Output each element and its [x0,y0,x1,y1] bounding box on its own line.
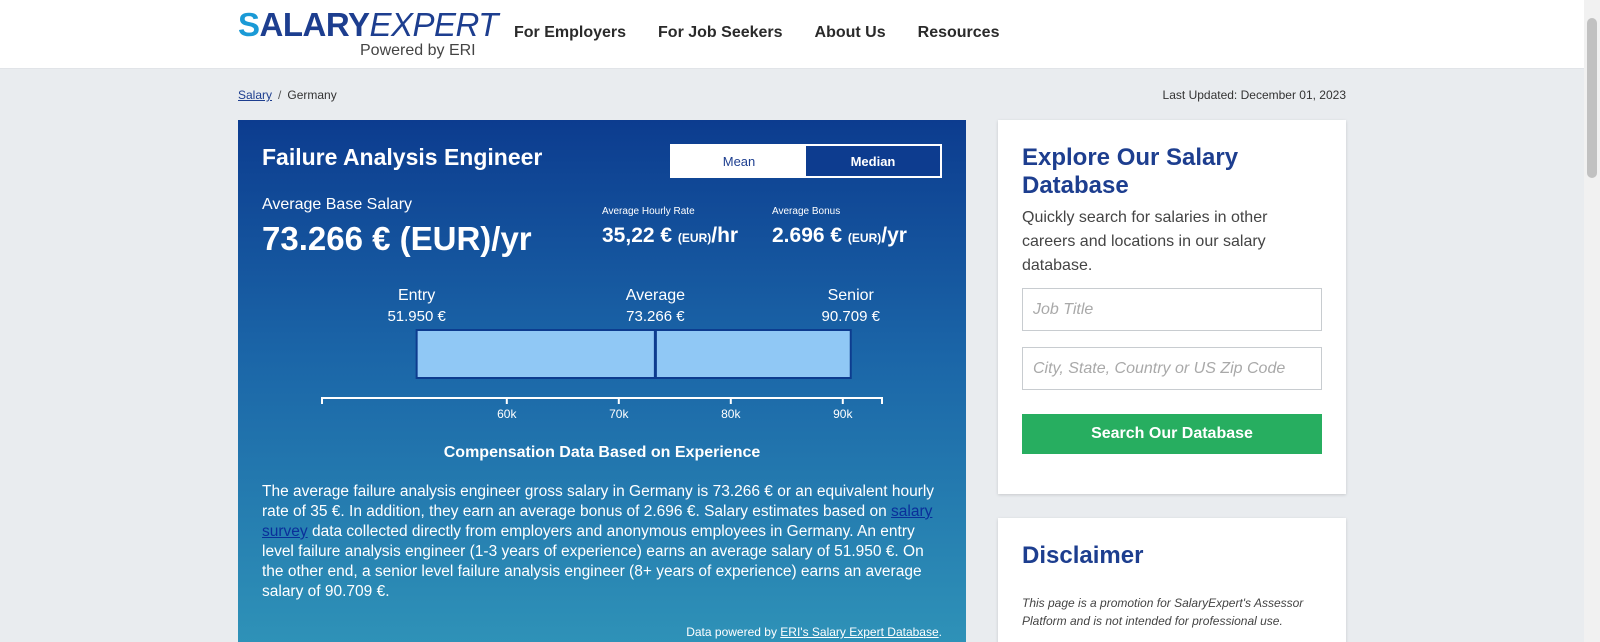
powered-prefix: Data powered by [686,625,781,639]
average-base-salary-label: Average Base Salary [262,196,413,213]
x-tick-label-90k: 90k [833,407,853,421]
logo-s: S [238,6,260,43]
disclaimer-card: Disclaimer This page is a promotion for … [998,518,1346,642]
last-updated: Last Updated: December 01, 2023 [1162,88,1346,102]
salary-range-bar [415,329,852,379]
x-tick-label-80k: 80k [721,407,741,421]
logo-tagline: Powered by ERI [360,42,476,59]
salary-description: The average failure analysis engineer gr… [262,482,944,602]
bonus-unit: /yr [881,224,907,247]
salary-card: Failure Analysis Engineer Mean Median Av… [238,120,966,642]
x-tick-label-60k: 60k [497,407,517,421]
disclaimer-text: This page is a promotion for SalaryExper… [1022,596,1304,628]
nav-for-job-seekers[interactable]: For Job Seekers [658,24,783,42]
breadcrumb-current: Germany [287,88,337,102]
description-text-1: The average failure analysis engineer gr… [262,483,935,520]
hourly-rate-label: Average Hourly Rate [602,206,695,217]
bonus-currency: (EUR) [847,231,882,245]
average-bonus-label: Average Bonus [772,206,841,217]
hourly-rate-amount: 35,22 € [602,224,673,247]
hourly-rate-unit: /hr [711,224,739,247]
job-title: Failure Analysis Engineer [262,144,543,170]
marker-average-name: Average [626,288,685,304]
marker-senior-value: 90.709 € [822,308,881,325]
x-tick-label-70k: 70k [609,407,629,421]
powered-suffix: . [938,625,942,639]
median-toggle-button[interactable]: Median [806,146,940,176]
eri-database-link[interactable]: ERI's Salary Expert Database [780,625,938,639]
breadcrumb-salary-link[interactable]: Salary [238,88,272,102]
hourly-rate-value: 35,22 € (EUR)/hr [602,224,738,248]
logo-expert: EXPERT [369,6,498,43]
breadcrumb-separator: / [278,88,282,102]
nav-resources[interactable]: Resources [918,24,1000,42]
data-powered-by: Data powered by ERI's Salary Expert Data… [686,625,942,639]
page-scrollbar[interactable] [1584,0,1600,642]
job-title-input[interactable] [1022,288,1322,331]
marker-entry-name: Entry [398,288,435,304]
breadcrumb: Salary / Germany [238,88,337,102]
main-nav: For Employers For Job Seekers About Us R… [514,24,999,42]
marker-senior-name: Senior [828,288,875,304]
salaryexpert-logo[interactable]: SALARYEXPERT Powered by ERI [238,6,498,64]
location-input[interactable] [1022,347,1322,390]
explore-description: Quickly search for salaries in other car… [1022,209,1268,274]
nav-for-employers[interactable]: For Employers [514,24,626,42]
mean-median-toggle: Mean Median [670,144,942,178]
average-marker-line [653,330,657,378]
bonus-amount: 2.696 € [772,224,843,247]
nav-about-us[interactable]: About Us [815,24,886,42]
mean-toggle-button[interactable]: Mean [672,146,806,176]
chart-caption: Compensation Data Based on Experience [443,444,761,461]
average-base-salary-value: 73.266 € (EUR)/yr [262,220,532,257]
scrollbar-thumb[interactable] [1587,18,1597,178]
description-text-2: data collected directly from employers a… [262,523,924,600]
marker-entry-value: 51.950 € [387,308,446,325]
explore-database-card: Explore Our Salary Database Quickly sear… [998,120,1346,494]
search-database-button[interactable]: Search Our Database [1022,414,1322,454]
marker-average-value: 73.266 € [626,308,685,325]
hourly-rate-currency: (EUR) [677,231,712,245]
logo-wordmark: SALARYEXPERT [238,6,498,44]
site-header: SALARYEXPERT Powered by ERI For Employer… [0,0,1584,69]
explore-title: Explore Our Salary Database [1022,144,1239,199]
experience-range-chart: Entry 51.950 € Average 73.266 € Senior 90.709… [321,288,883,421]
disclaimer-title: Disclaimer [1022,542,1144,569]
average-bonus-value: 2.696 € (EUR)/yr [772,224,907,248]
logo-salary: ALARY [259,6,370,43]
